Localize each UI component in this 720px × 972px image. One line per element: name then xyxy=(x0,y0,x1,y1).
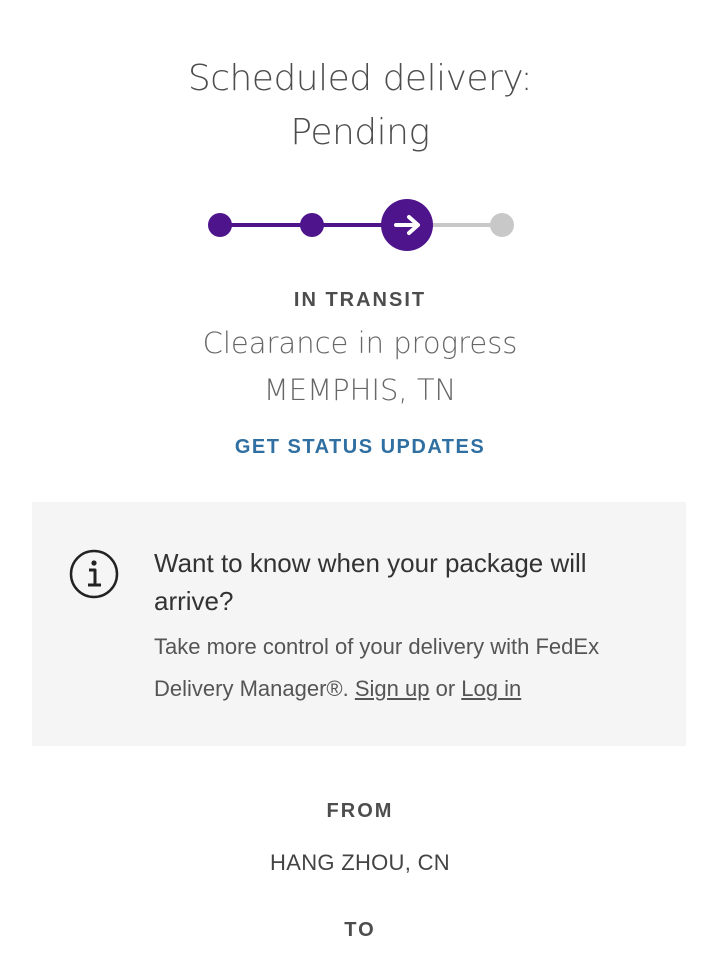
status-detail: Clearance in progress xyxy=(202,326,518,360)
log-in-link[interactable]: Log in xyxy=(461,676,521,701)
info-icon xyxy=(69,549,119,599)
delivery-manager-promo: Want to know when your package will arri… xyxy=(32,502,686,746)
status-location: MEMPHIS, TN xyxy=(263,373,457,407)
progress-step-1 xyxy=(208,213,232,237)
promo-body: Take more control of your delivery with … xyxy=(154,626,664,710)
status-label: IN TRANSIT xyxy=(293,289,427,311)
to-label: TO xyxy=(344,919,376,941)
from-label: FROM xyxy=(326,800,394,822)
promo-title: Want to know when your package will arri… xyxy=(154,548,587,616)
progress-step-2 xyxy=(300,213,324,237)
from-value: HANG ZHOU, CN xyxy=(270,850,450,875)
get-status-updates-link[interactable]: GET STATUS UPDATES xyxy=(0,436,720,459)
scheduled-delivery-heading: Scheduled delivery: Pending xyxy=(0,52,720,160)
progress-step-4 xyxy=(490,213,514,237)
heading-line-pending: Pending xyxy=(290,112,430,153)
sign-up-link[interactable]: Sign up xyxy=(355,676,430,701)
progress-tracker xyxy=(208,199,514,251)
heading-line-scheduled: Scheduled delivery: xyxy=(187,58,533,99)
promo-or-text: or xyxy=(435,676,456,701)
